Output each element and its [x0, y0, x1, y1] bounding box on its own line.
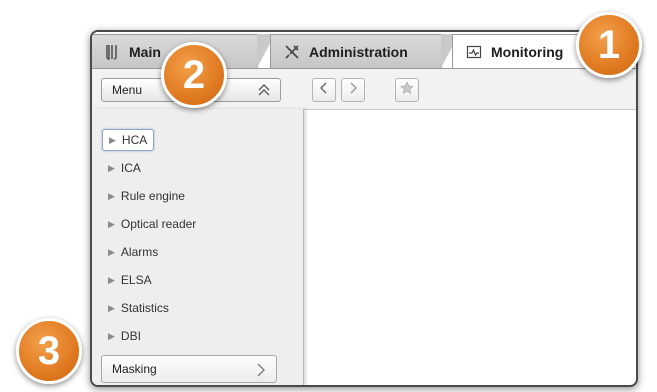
- menu-item-label: DBI: [120, 329, 141, 343]
- menu-item-elsa[interactable]: ▶ ELSA: [102, 269, 158, 291]
- forward-button[interactable]: [341, 78, 365, 102]
- tools-icon: [283, 43, 301, 61]
- expand-triangle-icon: ▶: [108, 162, 115, 173]
- double-chevron-up-icon: [256, 82, 272, 98]
- expand-triangle-icon: ▶: [108, 330, 115, 341]
- menu-item-label: ELSA: [120, 273, 152, 287]
- menu-item-label: HCA: [121, 133, 148, 147]
- menu-panel: ▶ HCA ▶ ICA ▶ Rule engine ▶ Optical read…: [92, 109, 304, 385]
- favorite-button[interactable]: [395, 78, 419, 102]
- expand-triangle-icon: ▶: [108, 302, 115, 313]
- expand-triangle-icon: ▶: [108, 274, 115, 285]
- menu-item-label: ICA: [120, 161, 141, 175]
- menu-button-label: Menu: [112, 83, 143, 97]
- expand-triangle-icon: ▶: [108, 218, 115, 229]
- callout-badge-3: 3: [16, 318, 82, 384]
- menu-item-rule-engine[interactable]: ▶ Rule engine: [102, 185, 191, 207]
- menu-item-optical-reader[interactable]: ▶ Optical reader: [102, 213, 202, 235]
- menu-item-hca[interactable]: ▶ HCA: [102, 129, 155, 151]
- masking-button-label: Masking: [112, 362, 157, 376]
- expand-triangle-icon: ▶: [109, 134, 116, 145]
- tab-monitoring-label: Monitoring: [491, 43, 564, 60]
- menu-item-label: Rule engine: [120, 189, 185, 203]
- menu-item-label: Optical reader: [120, 217, 197, 231]
- menu-item-statistics[interactable]: ▶ Statistics: [102, 297, 175, 319]
- expand-triangle-icon: ▶: [108, 190, 115, 201]
- monitor-chart-icon: [465, 43, 483, 61]
- chevron-left-icon: [318, 81, 330, 100]
- tab-administration[interactable]: Administration: [270, 34, 459, 68]
- expand-triangle-icon: ▶: [108, 246, 115, 257]
- menu-item-dbi[interactable]: ▶ DBI: [102, 325, 147, 347]
- menu-item-alarms[interactable]: ▶ Alarms: [102, 241, 164, 263]
- chevron-right-icon: [347, 81, 359, 100]
- callout-badge-1: 1: [576, 12, 642, 78]
- callout-badge-2: 2: [161, 42, 227, 108]
- menu-item-ica[interactable]: ▶ ICA: [102, 157, 147, 179]
- menu-item-label: Statistics: [120, 301, 169, 315]
- tab-administration-label: Administration: [309, 43, 408, 60]
- star-icon: [400, 80, 414, 100]
- back-button[interactable]: [312, 78, 336, 102]
- beaker-icon: [103, 43, 121, 61]
- tab-main-label: Main: [129, 43, 161, 60]
- menu-item-label: Alarms: [120, 245, 159, 259]
- masking-button[interactable]: Masking: [101, 355, 277, 383]
- chevron-right-icon: [254, 362, 268, 378]
